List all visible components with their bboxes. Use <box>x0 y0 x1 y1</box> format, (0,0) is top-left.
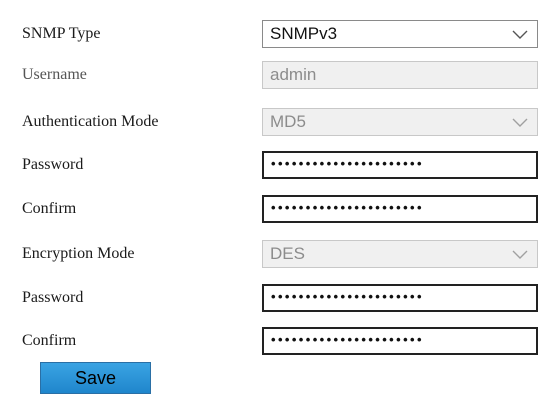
enc-password-label: Password <box>22 289 84 306</box>
row-enc-confirm: Confirm •••••••••••••••••••••• <box>0 324 550 358</box>
row-username: Username admin <box>0 58 550 92</box>
username-value: admin <box>270 65 317 84</box>
username-input: admin <box>262 61 538 89</box>
auth-password-input[interactable]: •••••••••••••••••••••• <box>262 151 538 179</box>
row-encryption-mode: Encryption Mode DES <box>0 237 550 271</box>
chevron-down-icon <box>512 30 528 39</box>
enc-confirm-value: •••••••••••••••••••••• <box>271 332 424 347</box>
chevron-down-icon <box>512 118 528 127</box>
username-label: Username <box>22 66 87 83</box>
save-button[interactable]: Save <box>40 362 151 394</box>
authentication-mode-select: MD5 <box>262 108 538 136</box>
authentication-mode-value: MD5 <box>270 112 306 131</box>
auth-confirm-input[interactable]: •••••••••••••••••••••• <box>262 195 538 223</box>
encryption-mode-select: DES <box>262 240 538 268</box>
row-auth-password: Password •••••••••••••••••••••• <box>0 148 550 182</box>
auth-password-value: •••••••••••••••••••••• <box>271 156 424 171</box>
auth-password-label: Password <box>22 156 84 173</box>
snmp-type-select[interactable]: SNMPv3 <box>262 20 538 48</box>
snmp-settings-form: SNMP Type SNMPv3 Username admin Authenti… <box>0 0 550 400</box>
enc-password-value: •••••••••••••••••••••• <box>271 289 424 304</box>
chevron-down-icon <box>512 250 528 259</box>
snmp-type-value: SNMPv3 <box>270 24 338 43</box>
enc-password-input[interactable]: •••••••••••••••••••••• <box>262 284 538 312</box>
row-enc-password: Password •••••••••••••••••••••• <box>0 281 550 315</box>
auth-confirm-label: Confirm <box>22 200 77 217</box>
enc-confirm-input[interactable]: •••••••••••••••••••••• <box>262 327 538 355</box>
auth-confirm-value: •••••••••••••••••••••• <box>271 200 424 215</box>
encryption-mode-value: DES <box>270 244 305 263</box>
authentication-mode-label: Authentication Mode <box>22 113 159 130</box>
encryption-mode-label: Encryption Mode <box>22 245 135 262</box>
row-authentication-mode: Authentication Mode MD5 <box>0 105 550 139</box>
enc-confirm-label: Confirm <box>22 332 77 349</box>
row-snmp-type: SNMP Type SNMPv3 <box>0 17 550 51</box>
snmp-type-label: SNMP Type <box>22 25 101 42</box>
row-auth-confirm: Confirm •••••••••••••••••••••• <box>0 192 550 226</box>
